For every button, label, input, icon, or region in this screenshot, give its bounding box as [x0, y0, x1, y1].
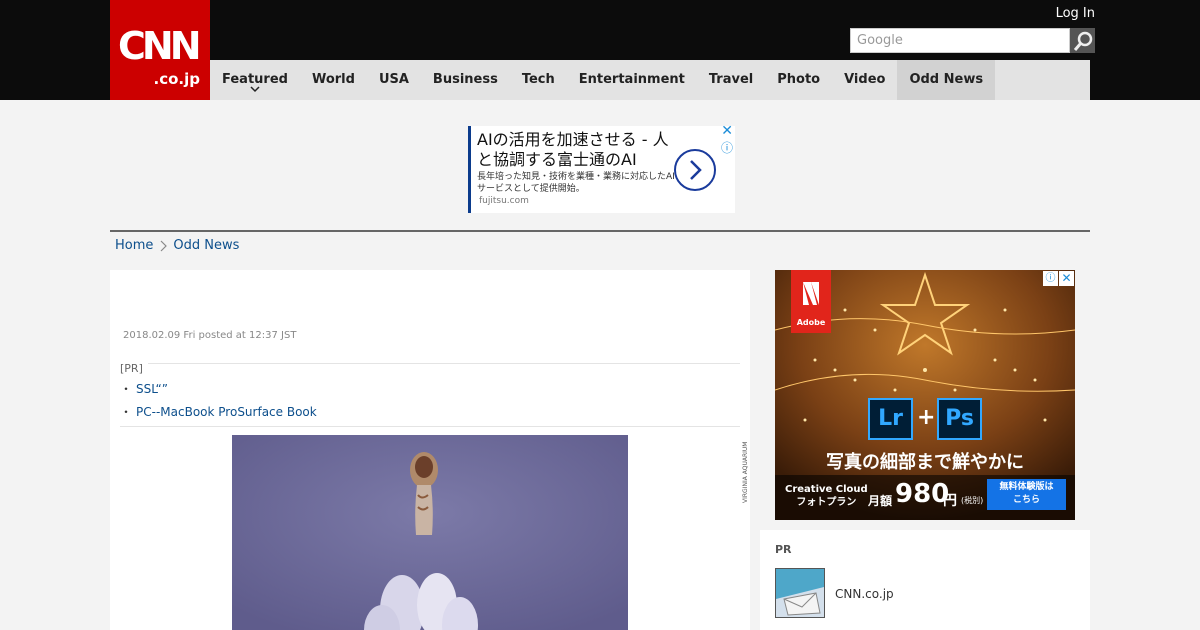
cnn-logo[interactable]: CNN .co.jp: [110, 0, 210, 100]
pr-label: [PR]: [120, 362, 147, 375]
search-button[interactable]: [1070, 28, 1095, 53]
nav-item-travel[interactable]: Travel: [697, 60, 765, 100]
product-name: Creative Cloud フォトプラン: [785, 483, 868, 509]
ad-info-icon[interactable]: ⓘ: [721, 142, 733, 154]
tax-note: (税別): [961, 496, 984, 505]
price-label: 月額: [868, 494, 893, 508]
divider: [148, 363, 740, 364]
breadcrumb-home[interactable]: Home: [115, 238, 153, 253]
adobe-brand-text: Adobe: [796, 318, 826, 327]
ad-close-icon[interactable]: ✕: [721, 124, 733, 138]
bullet: ・: [120, 405, 133, 419]
main-nav: Featured World USA Business Tech Enterta…: [210, 60, 1090, 100]
list-item: ・ SSL“”: [120, 378, 740, 401]
posted-timestamp: 2018.02.09 Fri posted at 12:37 JST: [123, 330, 297, 341]
pr-sidebar-box: PR CNN.co.jp: [760, 530, 1090, 630]
nav-item-video[interactable]: Video: [832, 60, 897, 100]
ad-tagline: 写真の細部まで鮮やかに: [826, 452, 1024, 473]
chevron-down-icon: [250, 86, 260, 93]
article-photo: [232, 435, 628, 630]
cta-line1: 無料体験版は: [999, 482, 1054, 492]
search-input[interactable]: [850, 28, 1070, 53]
photo-credit-text: VIRGINIA AQUARIUM: [742, 442, 749, 503]
search-icon: [1073, 31, 1092, 51]
nav-item-photo[interactable]: Photo: [765, 60, 832, 100]
nav-item-world[interactable]: World: [300, 60, 367, 100]
list-item: ・ PC--MacBook ProSurface Book: [120, 401, 740, 424]
breadcrumb-section[interactable]: Odd News: [173, 238, 239, 253]
section-divider: [110, 230, 1090, 232]
chevron-right-icon: [690, 160, 702, 180]
ad-title: AIの活用を加速させる - 人と協調する富士通のAI: [477, 130, 669, 169]
nav-item-odd-news[interactable]: Odd News: [897, 60, 996, 100]
breadcrumb: Home Odd News: [115, 238, 239, 253]
product-line1: Creative Cloud: [785, 484, 868, 495]
bullet: ・: [120, 382, 133, 396]
nav-item-featured[interactable]: Featured: [210, 60, 300, 100]
ad-close-icon[interactable]: ✕: [1059, 271, 1074, 286]
chevron-right-icon: [160, 240, 168, 251]
divider: [120, 426, 740, 427]
ad-body: 長年培った知見・技術を業種・業務に対応したAIサービスとして提供開始。: [477, 172, 675, 194]
pr-link[interactable]: SSL“”: [136, 382, 168, 396]
photo-credit: VIRGINIA AQUARIUM: [742, 442, 749, 503]
octopus-photo-image: [232, 435, 628, 630]
logo-main-text: CNN: [118, 24, 201, 68]
plus-sign: +: [917, 405, 936, 430]
lightroom-icon: Lr: [868, 398, 913, 440]
photoshop-icon: Ps: [937, 398, 982, 440]
price-currency: 円: [943, 493, 957, 509]
laptop-mail-image: [776, 569, 824, 617]
ad-info-icon[interactable]: ⓘ: [1043, 271, 1058, 286]
article-card: 2018.02.09 Fri posted at 12:37 JST [PR] …: [110, 270, 750, 630]
pr-link-list: ・ SSL“” ・ PC--MacBook ProSurface Book: [120, 378, 740, 424]
logo-sub-text: .co.jp: [153, 70, 200, 88]
nav-item-tech[interactable]: Tech: [510, 60, 567, 100]
ad-arrow-button[interactable]: [674, 149, 716, 191]
pr-item-link[interactable]: CNN.co.jp: [835, 587, 894, 601]
pr-link[interactable]: PC--MacBook ProSurface Book: [136, 405, 317, 419]
pr-heading: PR: [775, 543, 792, 556]
login-link[interactable]: Log In: [1056, 6, 1095, 21]
free-trial-button[interactable]: 無料体験版は こちら: [987, 479, 1066, 510]
adobe-logo: Adobe: [791, 270, 831, 333]
top-banner-ad[interactable]: AIの活用を加速させる - 人と協調する富士通のAI 長年培った知見・技術を業種…: [468, 124, 735, 213]
ad-domain: fujitsu.com: [479, 196, 529, 206]
nav-item-entertainment[interactable]: Entertainment: [567, 60, 697, 100]
product-line2: フォトプラン: [796, 497, 857, 508]
nav-item-business[interactable]: Business: [421, 60, 510, 100]
pr-thumbnail[interactable]: [775, 568, 825, 618]
adobe-icon: [803, 282, 819, 305]
price-value: 980: [895, 479, 950, 509]
cta-line2: こちら: [1012, 495, 1040, 505]
ad-bottom-bar: Creative Cloud フォトプラン 月額 980 円 (税別) 無料体験…: [775, 475, 1075, 520]
nav-item-usa[interactable]: USA: [367, 60, 421, 100]
pr-links-block: [PR] ・ SSL“” ・ PC--MacBook ProSurface Book: [120, 357, 740, 427]
side-banner-ad[interactable]: Adobe Lr + Ps 写真の細部まで鮮やかに Creative Cloud…: [775, 270, 1075, 520]
